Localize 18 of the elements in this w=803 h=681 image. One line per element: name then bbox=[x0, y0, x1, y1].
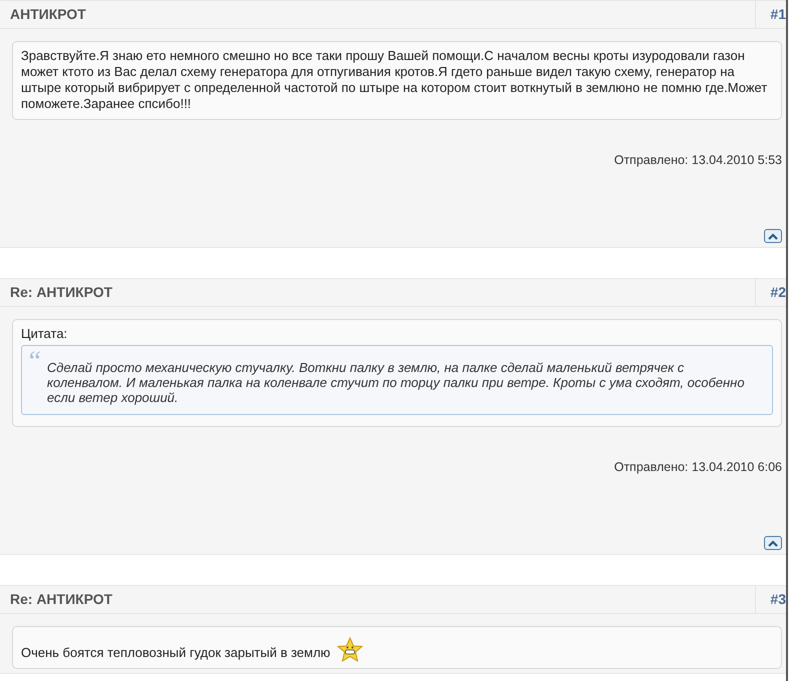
caret-up-icon bbox=[768, 232, 778, 240]
post-number-link[interactable]: #2 bbox=[755, 279, 786, 306]
post-number-link[interactable]: #1 bbox=[755, 1, 786, 28]
message-text: Очень боятся тепловозный гудок зарытый в землю bbox=[21, 645, 330, 661]
scroll-top-button[interactable] bbox=[764, 229, 782, 243]
quote-text: Сделай просто механическую стучалку. Воткни палку в землю, на палке сделай маленький ветрячек с коленвалом. И маленькая палка на коленвале стучит по торцу палки при ветре. Кроты с ума сходят, особенно если ветер хороший. bbox=[47, 360, 746, 405]
posted-date: Отправлено: 13.04.2010 6:06 bbox=[613, 460, 782, 474]
quote-label: Цитата: bbox=[21, 326, 68, 341]
caret-up-icon bbox=[768, 540, 778, 546]
quote-mark: “ bbox=[26, 346, 42, 378]
post-title: Re: АНТИКРОТ bbox=[9, 590, 114, 609]
post-title: Re: АНТИКРОТ bbox=[9, 283, 114, 302]
post-title: АНТИКРОТ bbox=[9, 5, 87, 24]
message-text: Зравствуйте.Я знаю ето немного смешно но все таки прошу Вашей помощи.С началом весны кроты изуродовали газон может ктото из Вас делал схему генератора для отпугивания кротов.Я гдето раньше видел такую схему, генератор на штыре который вибрирует с определенной частотой по штыре на котором стоит воткнутый в землюно не помню где.Может поможете.Заранее спсибо!!! bbox=[21, 48, 768, 112]
posted-date: Отправлено: 13.04.2010 5:53 bbox=[613, 153, 782, 167]
post-number-link[interactable]: #3 bbox=[755, 586, 786, 613]
star-smiley-icon bbox=[337, 637, 364, 663]
scroll-top-button[interactable] bbox=[764, 536, 782, 550]
